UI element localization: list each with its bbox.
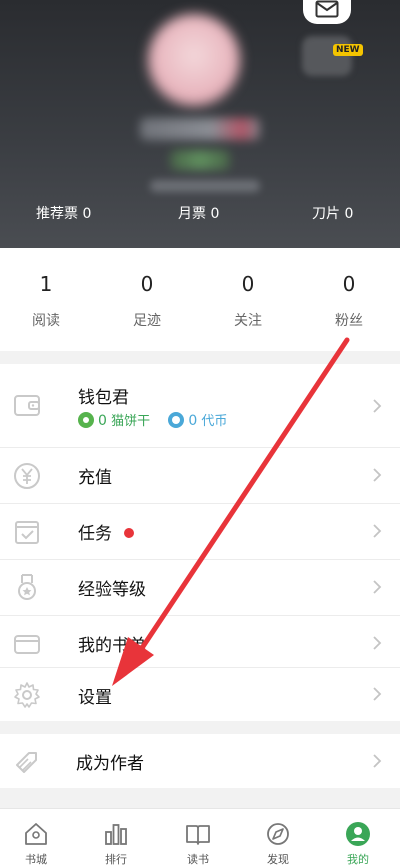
menu-item-label: 设置	[78, 688, 112, 708]
blurred-subtitle	[150, 180, 260, 192]
recommend-ticket-stat[interactable]: 推荐票 0	[36, 203, 91, 223]
bar-chart-icon	[105, 824, 127, 845]
profile-page: NEW 推荐票 0 月票 0 刀片 0 1 阅读 0 足迹 0 关注 0 粉丝	[0, 0, 400, 867]
blurred-level-tag	[170, 150, 230, 170]
token-value: 0	[188, 413, 198, 429]
message-button[interactable]	[303, 0, 351, 24]
reading-counts: 1 阅读 0 足迹 0 关注 0 粉丝	[0, 248, 400, 351]
wallet-icon	[12, 390, 42, 420]
pencil-tag-icon	[12, 746, 42, 776]
count-value: 0	[241, 272, 255, 296]
monthly-ticket-stat[interactable]: 月票 0	[178, 203, 219, 223]
tab-label: 书城	[25, 853, 47, 866]
count-reading[interactable]: 1 阅读	[0, 270, 96, 330]
blurred-username	[140, 118, 260, 140]
biscuit-coin-icon	[78, 412, 94, 428]
notification-dot	[124, 528, 134, 538]
level-row[interactable]: 经验等级	[0, 560, 400, 615]
menu-item-label: 我的书单	[78, 636, 146, 656]
wallet-balances: 0 猫饼干 0 代币	[78, 410, 227, 429]
chevron-right-icon	[372, 635, 382, 651]
gear-icon	[12, 680, 42, 710]
profile-icon	[346, 822, 370, 846]
count-label: 足迹	[133, 313, 161, 329]
badge-chip[interactable]	[302, 36, 352, 76]
profile-header: NEW 推荐票 0 月票 0 刀片 0	[0, 0, 400, 248]
bottom-nav: 书城 排行 读书 发现 我的	[0, 808, 400, 867]
tab-label: 排行	[105, 853, 127, 866]
become-author-label: 成为作者	[76, 754, 144, 774]
tab-label: 读书	[187, 853, 209, 866]
chevron-right-icon	[372, 398, 382, 414]
biscuit-label: 猫饼干	[111, 414, 151, 429]
token-coin-icon	[168, 412, 185, 428]
token-label: 代币	[201, 414, 228, 429]
count-fans[interactable]: 0 粉丝	[299, 270, 399, 330]
count-value: 0	[140, 272, 154, 296]
home-icon	[25, 823, 47, 845]
blade-stat[interactable]: 刀片 0	[312, 203, 353, 223]
task-checkbox-icon	[12, 517, 42, 547]
chevron-right-icon	[372, 523, 382, 539]
medal-icon	[12, 572, 42, 602]
count-label: 粉丝	[335, 313, 363, 329]
new-badge: NEW	[333, 44, 363, 56]
tab-ranking[interactable]: 排行	[76, 809, 156, 867]
wallet-row[interactable]: 钱包君 0 猫饼干 0 代币	[0, 364, 400, 441]
count-following[interactable]: 0 关注	[198, 270, 298, 330]
menu-item-label: 任务	[78, 524, 112, 544]
tab-label: 我的	[347, 853, 369, 866]
booklist-row[interactable]: 我的书单	[0, 616, 400, 671]
count-footprint[interactable]: 0 足迹	[97, 270, 197, 330]
tab-discover[interactable]: 发现	[238, 809, 318, 867]
count-value: 0	[342, 272, 356, 296]
mail-icon	[315, 0, 339, 18]
compass-icon	[267, 823, 289, 845]
tasks-row[interactable]: 任务	[0, 504, 400, 559]
settings-row[interactable]: 设置	[0, 668, 400, 721]
chevron-right-icon	[372, 579, 382, 595]
chevron-right-icon	[372, 686, 382, 702]
wallet-title: 钱包君	[78, 388, 129, 408]
tab-bookstore[interactable]: 书城	[0, 809, 76, 867]
book-list-icon	[12, 629, 42, 659]
ticket-stats: 推荐票 0 月票 0 刀片 0	[0, 203, 400, 223]
account-menu: 钱包君 0 猫饼干 0 代币 充值 任务 经验等级 我的书单 设置	[0, 364, 400, 721]
avatar[interactable]	[148, 14, 240, 106]
count-label: 关注	[234, 313, 262, 329]
become-author-row[interactable]: 成为作者	[0, 734, 400, 788]
menu-item-label: 充值	[78, 468, 112, 488]
tab-label: 发现	[267, 853, 289, 866]
tab-reading[interactable]: 读书	[158, 809, 238, 867]
chevron-right-icon	[372, 753, 382, 769]
yuan-circle-icon	[12, 461, 42, 491]
tab-mine[interactable]: 我的	[318, 809, 398, 867]
recharge-row[interactable]: 充值	[0, 448, 400, 503]
count-value: 1	[39, 272, 53, 296]
biscuit-value: 0	[98, 413, 107, 429]
book-icon	[186, 825, 210, 845]
author-section: 成为作者	[0, 734, 400, 788]
chevron-right-icon	[372, 467, 382, 483]
count-label: 阅读	[32, 313, 60, 329]
menu-item-label: 经验等级	[78, 580, 146, 600]
